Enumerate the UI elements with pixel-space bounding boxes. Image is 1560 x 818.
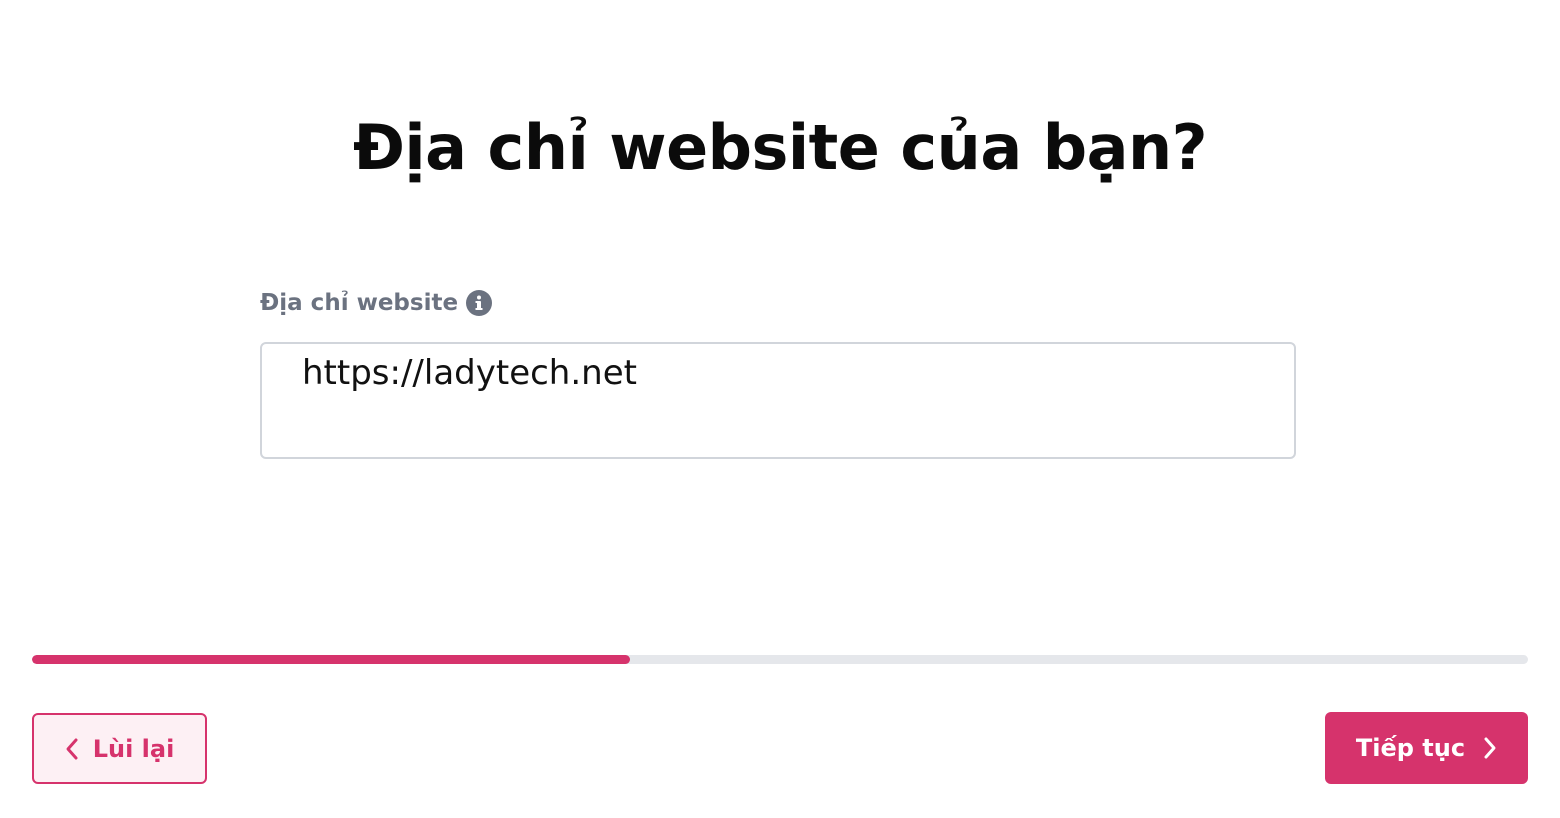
next-button[interactable]: Tiếp tục (1325, 712, 1528, 784)
chevron-left-icon (65, 737, 79, 761)
website-input-box[interactable] (260, 342, 1296, 459)
back-button[interactable]: Lùi lại (32, 713, 207, 784)
chevron-right-icon (1483, 736, 1497, 760)
next-button-label: Tiếp tục (1355, 734, 1466, 762)
progress-bar-fill (32, 655, 631, 664)
field-label-row: Địa chỉ website (260, 287, 493, 319)
website-input[interactable] (302, 350, 1282, 450)
website-field-label: Địa chỉ website (260, 290, 459, 316)
info-circle-icon[interactable] (466, 290, 493, 316)
back-button-label: Lùi lại (92, 734, 175, 763)
page-title: Địa chỉ website của bạn? (352, 111, 1208, 184)
progress-bar-track (32, 655, 1528, 664)
